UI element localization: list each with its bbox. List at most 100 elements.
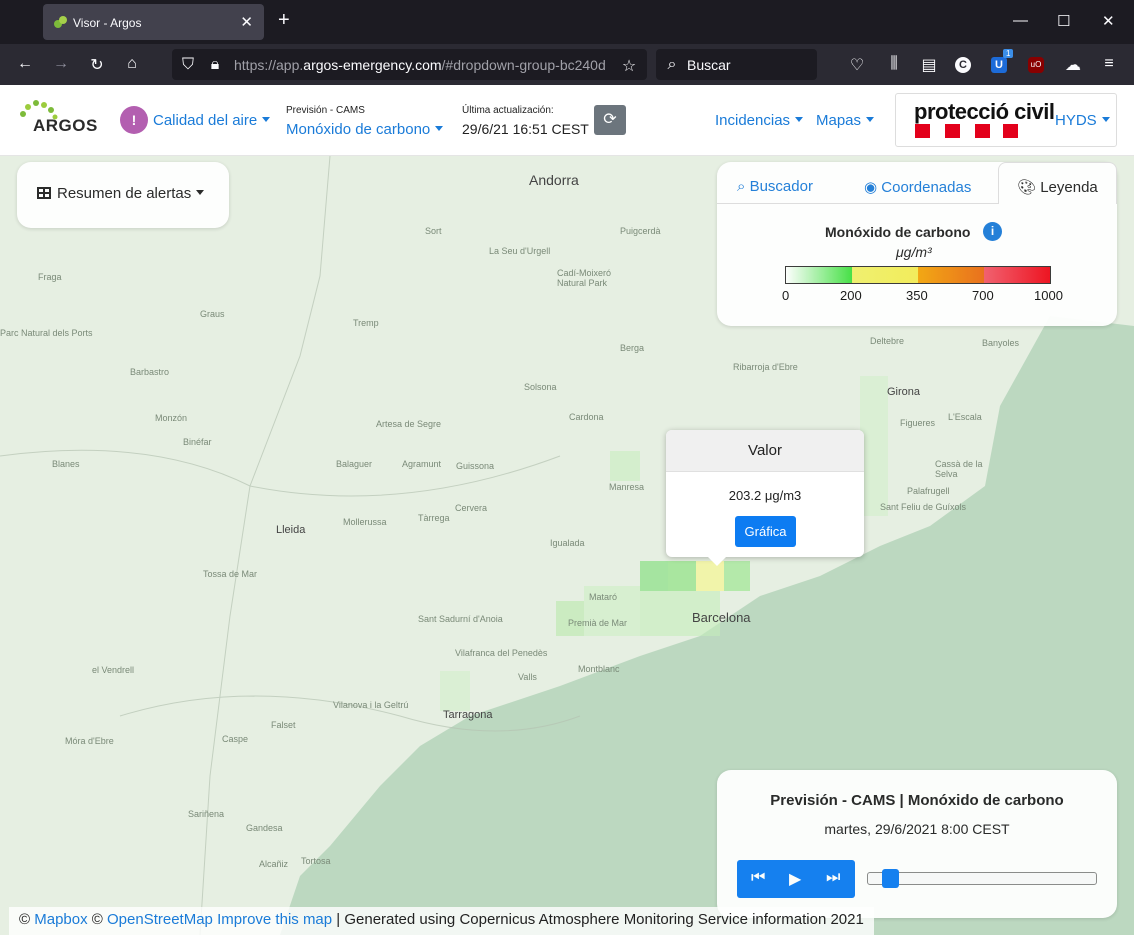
- map-attribution: © Mapbox © OpenStreetMap Improve this ma…: [9, 907, 874, 935]
- tab-coordenadas[interactable]: ◉ Coordenadas: [864, 178, 971, 196]
- nav-incidencias[interactable]: Incidencias: [715, 112, 803, 129]
- town-label: Caspe: [222, 734, 249, 744]
- search-icon: ⌕: [737, 178, 746, 195]
- minimize-icon[interactable]: —: [1013, 12, 1028, 29]
- legend-title: Monóxido de carbono: [825, 224, 971, 240]
- sidebar-icon[interactable]: ▤: [919, 55, 939, 75]
- update-label: Última actualización:: [462, 105, 554, 116]
- town-label: Cervera: [455, 503, 488, 513]
- town-label: Monzón: [155, 413, 188, 423]
- table-icon: [37, 187, 51, 199]
- town-label: Cassà de la Selva: [935, 459, 983, 479]
- legend-tick: 700: [972, 288, 994, 303]
- refresh-button[interactable]: ⟳: [594, 105, 626, 135]
- city-label: Girona: [887, 386, 921, 398]
- search-bar[interactable]: ⌕ Buscar: [656, 49, 817, 80]
- extension-c-icon[interactable]: C: [955, 57, 971, 73]
- info-icon[interactable]: i: [983, 222, 1002, 241]
- close-window-icon[interactable]: ✕: [1102, 12, 1115, 30]
- skip-forward-icon[interactable]: ⏭︎: [826, 869, 840, 887]
- town-label: Cardona: [569, 412, 604, 422]
- home-icon[interactable]: ⌂: [122, 55, 142, 73]
- logo-text: ARGOS: [33, 116, 98, 135]
- alerts-summary-toggle[interactable]: Resumen de alertas: [37, 185, 204, 202]
- air-quality-alert-icon[interactable]: !: [120, 106, 148, 134]
- bitwarden-icon[interactable]: U: [991, 57, 1007, 73]
- legend-color-ramp: [785, 266, 1051, 284]
- slider-thumb[interactable]: [882, 869, 899, 888]
- town-label: el Vendrell: [92, 665, 135, 675]
- brand-square: [1003, 124, 1018, 138]
- popup-tip: [708, 557, 726, 566]
- url-bar[interactable]: ⛉ 🔒︎ https://app.argos-emergency.com/#dr…: [172, 49, 647, 80]
- popup-title: Valor: [666, 430, 864, 472]
- user-dropdown[interactable]: HYDS: [1055, 112, 1110, 129]
- town-label: Mataró: [589, 592, 618, 602]
- town-label: Manresa: [609, 482, 645, 492]
- argos-logo[interactable]: ARGOS: [17, 100, 97, 135]
- url-text: https://app.argos-emergency.com/#dropdow…: [234, 57, 606, 73]
- town-label: Palafrugell: [907, 486, 950, 496]
- menu-icon[interactable]: ≡: [1099, 55, 1119, 73]
- city-label: Andorra: [529, 172, 579, 188]
- browser-tabstrip: Visor - Argos ✕ + — ☐ ✕: [0, 0, 1134, 44]
- brand-square: [945, 124, 960, 138]
- town-label: Binéfar: [183, 437, 212, 447]
- reload-icon[interactable]: ↻: [87, 55, 107, 75]
- legend-tick: 350: [906, 288, 928, 303]
- browser-navbar: ← → ↻ ⌂ ⛉ 🔒︎ https://app.argos-emergency…: [0, 44, 1134, 85]
- tab-buscador[interactable]: ⌕ Buscador: [737, 178, 813, 195]
- browser-tab[interactable]: Visor - Argos ✕: [43, 4, 264, 40]
- cloud-icon[interactable]: ☁: [1063, 55, 1083, 75]
- town-label: Mollerussa: [343, 517, 387, 527]
- proteccio-civil-brand: protecció civil HYDS: [895, 93, 1117, 147]
- value-popup: Valor 203.2 μg/m3 Gráfica: [666, 430, 864, 566]
- compass-icon: ◉: [864, 179, 878, 196]
- town-label: Tossa de Mar: [203, 569, 258, 579]
- palette-icon: 🎨︎: [1017, 179, 1037, 196]
- search-icon: ⌕: [667, 56, 677, 73]
- town-label: Puigcerdà: [620, 226, 661, 236]
- brand-square: [915, 124, 930, 138]
- maximize-icon[interactable]: ☐: [1057, 12, 1070, 30]
- town-label: Guissona: [456, 461, 495, 471]
- nav-mapas[interactable]: Mapas: [816, 112, 874, 129]
- play-icon[interactable]: ▶︎: [789, 869, 801, 889]
- copernicus-credit: | Generated using Copernicus Atmosphere …: [336, 911, 864, 928]
- improve-map-link[interactable]: Improve this map: [217, 911, 332, 928]
- pocket-icon[interactable]: ♡: [847, 55, 867, 75]
- alerts-summary-panel[interactable]: Resumen de alertas: [17, 162, 229, 228]
- town-label: Deltebre: [870, 336, 905, 346]
- alerts-summary-label: Resumen de alertas: [57, 185, 192, 202]
- town-label: L'Escala: [948, 412, 982, 422]
- osm-link[interactable]: OpenStreetMap: [107, 911, 213, 928]
- chart-button[interactable]: Gráfica: [735, 516, 796, 547]
- town-label: Cadí-Moixeró Natural Park: [557, 268, 612, 288]
- brand-square: [975, 124, 990, 138]
- forward-icon[interactable]: →: [51, 55, 71, 73]
- pollutant-dropdown[interactable]: Monóxido de carbono: [286, 121, 443, 138]
- legend-panel: ⌕ Buscador ◉ Coordenadas 🎨︎ Leyenda Monó…: [717, 162, 1117, 326]
- town-label: Balaguer: [336, 459, 373, 469]
- close-tab-icon[interactable]: ✕: [240, 13, 253, 31]
- town-label: Artesa de Segre: [376, 419, 442, 429]
- skip-back-icon[interactable]: ⏮︎: [751, 869, 765, 887]
- category-dropdown[interactable]: Calidad del aire: [153, 112, 270, 129]
- mapbox-link[interactable]: Mapbox: [34, 911, 87, 928]
- time-slider[interactable]: [867, 869, 1097, 888]
- town-label: Fraga: [38, 272, 62, 282]
- bookmark-star-icon[interactable]: ☆: [619, 56, 639, 76]
- library-icon[interactable]: ⫼: [884, 55, 904, 73]
- town-label: Sant Sadurní d'Anoia: [418, 614, 503, 624]
- new-tab-icon[interactable]: +: [278, 9, 290, 32]
- legend-tick: 1000: [1034, 288, 1063, 303]
- map-canvas[interactable]: Andorra Lleida Barcelona Tarragona Giron…: [0, 156, 1134, 935]
- ublock-icon[interactable]: uO: [1028, 57, 1044, 73]
- tab-title: Visor - Argos: [73, 16, 142, 30]
- shield-icon[interactable]: ⛉: [178, 56, 198, 74]
- legend-tick: 0: [782, 288, 790, 303]
- back-icon[interactable]: ←: [15, 55, 35, 73]
- city-label: Lleida: [276, 524, 306, 536]
- tab-leyenda[interactable]: 🎨︎ Leyenda: [1017, 178, 1098, 196]
- town-label: Berga: [620, 343, 645, 353]
